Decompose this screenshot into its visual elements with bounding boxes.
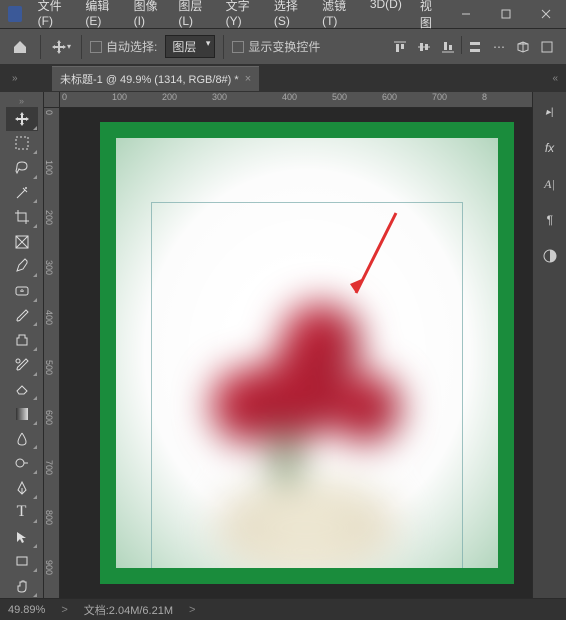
menu-3d[interactable]: 3D(D) [362,0,410,35]
canvas-document[interactable] [100,122,514,584]
align-bottom-icon[interactable] [437,36,459,58]
rectangle-tool[interactable] [6,550,38,574]
menu-image[interactable]: 图像(I) [126,0,169,35]
workspace: » T 01002003004005006007008 010020030040… [0,92,566,598]
show-transform-checkbox[interactable]: 显示变换控件 [232,38,320,55]
close-button[interactable] [526,0,566,28]
align-vcenter-icon[interactable] [413,36,435,58]
doc-info-chevron-icon[interactable]: > [189,604,195,616]
canvas-content [116,138,498,568]
minimize-button[interactable] [446,0,486,28]
eyedropper-tool[interactable] [6,255,38,279]
document-tab-title: 未标题-1 @ 49.9% (1314, RGB/8#) * [60,71,239,87]
type-tool[interactable]: T [6,501,38,525]
divider [40,35,41,59]
toolbox: » T [0,92,44,598]
auto-select-checkbox[interactable]: 自动选择: [90,38,157,55]
titlebar: 文件(F) 编辑(E) 图像(I) 图层(L) 文字(Y) 选择(S) 滤镜(T… [0,0,566,28]
character-panel-icon[interactable]: A| [538,172,562,196]
lasso-tool[interactable] [6,156,38,180]
distribute-icon[interactable] [464,36,486,58]
checkbox-icon [90,41,102,53]
magic-wand-tool[interactable] [6,181,38,205]
menu-file[interactable]: 文件(F) [30,0,76,35]
3d-mode-icon[interactable] [512,36,534,58]
blur-tool[interactable] [6,427,38,451]
artboard-icon[interactable] [536,36,558,58]
fx-panel-icon[interactable]: fx [538,136,562,160]
pen-tool[interactable] [6,476,38,500]
show-transform-label: 显示变换控件 [248,38,320,55]
brush-tool[interactable] [6,304,38,328]
checkbox-icon [232,41,244,53]
document-tab-bar: » 未标题-1 @ 49.9% (1314, RGB/8#) * × « [0,64,566,92]
align-group: ⋯ [389,36,558,58]
more-options-icon[interactable]: ⋯ [488,36,510,58]
move-tool[interactable] [6,107,38,131]
panel-menu-icon[interactable]: ▸| [538,100,562,124]
align-top-icon[interactable] [389,36,411,58]
adjustments-panel-icon[interactable] [538,244,562,268]
path-selection-tool[interactable] [6,525,38,549]
canvas-area[interactable]: 01002003004005006007008 0100200300400500… [44,92,532,598]
window-controls [446,0,566,28]
app-logo-icon [8,6,22,22]
menu-select[interactable]: 选择(S) [266,0,312,35]
zoom-level[interactable]: 49.89% [8,604,45,616]
menu-type[interactable]: 文字(Y) [218,0,264,35]
menu-filter[interactable]: 滤镜(T) [314,0,360,35]
ruler-origin[interactable] [44,92,60,108]
gradient-tool[interactable] [6,402,38,426]
marquee-tool[interactable] [6,132,38,156]
tab-overflow-icon[interactable]: « [552,73,566,84]
crop-tool[interactable] [6,205,38,229]
right-panel: ▸| fx A| ¶ [532,92,566,598]
auto-select-target-dropdown[interactable]: 图层 [165,35,215,58]
menu-layer[interactable]: 图层(L) [170,0,215,35]
doc-size[interactable]: 文档:2.04M/6.21M [84,602,173,618]
clone-stamp-tool[interactable] [6,328,38,352]
zoom-chevron-icon[interactable]: > [61,604,67,616]
menu-edit[interactable]: 编辑(E) [77,0,123,35]
healing-brush-tool[interactable] [6,279,38,303]
history-brush-tool[interactable] [6,353,38,377]
home-icon[interactable] [8,35,32,59]
menu-view[interactable]: 视图 [412,0,446,35]
close-tab-icon[interactable]: × [245,73,251,85]
divider [223,35,224,59]
maximize-button[interactable] [486,0,526,28]
paragraph-panel-icon[interactable]: ¶ [538,208,562,232]
statusbar: 49.89% > 文档:2.04M/6.21M > [0,598,566,620]
move-tool-indicator-icon[interactable]: ▾ [49,35,73,59]
tab-handle-icon[interactable]: » [12,73,24,84]
frame-tool[interactable] [6,230,38,254]
auto-select-label: 自动选择: [106,38,157,55]
ruler-vertical[interactable]: 0100200300400500600700800900 [44,108,60,598]
divider [81,35,82,59]
divider [461,36,462,54]
eraser-tool[interactable] [6,378,38,402]
dodge-tool[interactable] [6,451,38,475]
ruler-horizontal[interactable]: 01002003004005006007008 [60,92,532,108]
document-tab[interactable]: 未标题-1 @ 49.9% (1314, RGB/8#) * × [52,66,259,91]
menubar: 文件(F) 编辑(E) 图像(I) 图层(L) 文字(Y) 选择(S) 滤镜(T… [30,0,446,35]
hand-tool[interactable] [6,574,38,598]
toolbox-handle-icon[interactable]: » [19,96,24,106]
